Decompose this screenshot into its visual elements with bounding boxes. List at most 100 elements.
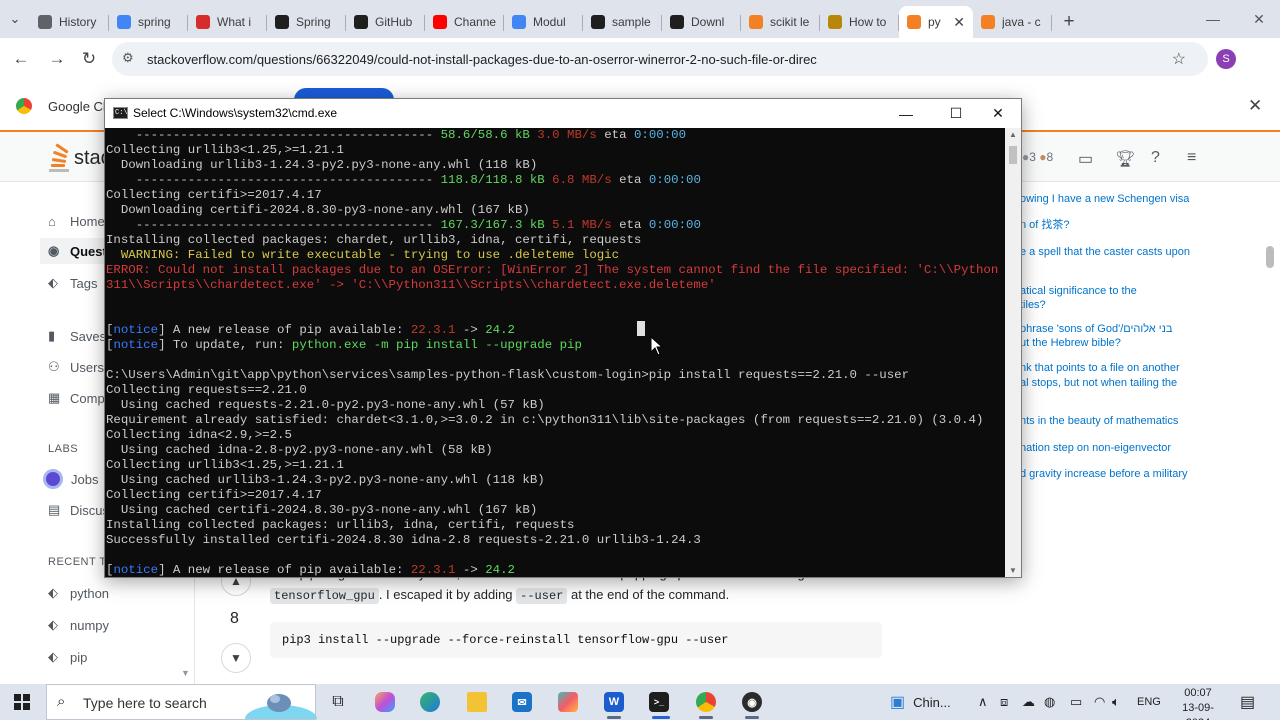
site-info-icon[interactable]: ⚙	[122, 50, 134, 66]
onedrive-icon[interactable]: ☁	[1022, 684, 1035, 720]
terminal-text: 6.8 MB/s	[552, 173, 612, 187]
copilot-icon[interactable]	[367, 688, 403, 716]
taskbar-search-box[interactable]: ⌕ Type here to search	[46, 684, 317, 720]
bookmark-star-icon[interactable]: ☆	[1172, 49, 1186, 69]
terminal-output[interactable]: ----------------------------------------…	[105, 128, 1005, 577]
users-icon: ⚇	[48, 359, 60, 374]
weather-widget[interactable]: ▣ Chin...	[890, 684, 951, 720]
nav-item-users[interactable]: ⚇ Users	[48, 357, 104, 377]
achievements-icon[interactable]: 🏆︎	[1115, 149, 1135, 169]
browser-close-button[interactable]: ✕	[1236, 0, 1280, 38]
browser-tab[interactable]: Spring	[267, 6, 346, 38]
site-switcher-icon[interactable]: ≡	[1187, 149, 1196, 167]
stackoverflow-icon	[981, 15, 995, 29]
running-indicator	[699, 716, 713, 719]
language-indicator[interactable]: ENG	[1137, 684, 1161, 720]
browser-tab[interactable]: Modul	[504, 6, 583, 38]
system-clock[interactable]: 00:07 13-09-2024	[1170, 686, 1226, 720]
reload-button[interactable]: ↻	[76, 46, 102, 72]
inbox-icon[interactable]: ▭	[1078, 149, 1093, 169]
webstorm-icon[interactable]: W	[596, 688, 632, 716]
hot-question-link[interactable]: phrase 'sons of God'/בני אלוהים	[1020, 322, 1200, 337]
browser-tab[interactable]: How to	[820, 6, 899, 38]
hot-question-link[interactable]: al stops, but not when tailing the	[1020, 376, 1200, 391]
terminal-line: [notice] A new release of pip available:…	[106, 563, 1005, 577]
notifications-icon[interactable]: ▤	[1240, 684, 1255, 720]
downvote-button[interactable]: ▼	[221, 643, 251, 673]
browser-tab[interactable]: py ✕	[899, 6, 973, 38]
nav-item-label: Tags	[70, 275, 98, 291]
terminal-icon[interactable]: >_	[641, 688, 677, 716]
wifi-icon[interactable]: ◠	[1094, 684, 1105, 720]
camera-icon[interactable]: ◍	[1044, 684, 1055, 720]
stackoverflow-logo-icon[interactable]	[47, 142, 71, 172]
answer-code-block[interactable]: pip3 install --upgrade --force-reinstall…	[270, 622, 882, 658]
cmd-title-bar[interactable]: C:\ Select C:\Windows\system32\cmd.exe —…	[105, 99, 1021, 128]
tab-search-icon[interactable]: ⌄	[0, 0, 30, 38]
browser-tab[interactable]: spring	[109, 6, 188, 38]
running-indicator	[745, 716, 759, 719]
recent-tag-pip[interactable]: ⬖ pip	[48, 647, 87, 667]
nav-item-tags[interactable]: ⬖ Tags	[48, 273, 97, 293]
scroll-up-icon[interactable]: ▲	[1009, 130, 1017, 139]
obs-icon[interactable]: ◉	[734, 688, 770, 716]
mail-icon[interactable]: ✉	[504, 688, 540, 716]
info-bar-close-icon[interactable]: ✕	[1248, 96, 1262, 116]
chrome-taskbar-icon[interactable]	[688, 688, 724, 716]
new-tab-button[interactable]: +	[1052, 6, 1086, 38]
browser-tab[interactable]: Downl	[662, 6, 741, 38]
recent-tag-numpy[interactable]: ⬖ numpy	[48, 615, 109, 635]
close-tab-icon[interactable]: ✕	[953, 14, 965, 31]
nav-item-compa[interactable]: ▦ Compa	[48, 388, 112, 408]
browser-tab[interactable]: GitHub	[346, 6, 425, 38]
sidebar-scroll-down-icon[interactable]: ▼	[181, 668, 190, 678]
battery-icon[interactable]: ▭	[1070, 684, 1082, 720]
hot-question-link[interactable]: d gravity increase before a military	[1020, 467, 1200, 482]
scroll-down-icon[interactable]: ▼	[1009, 566, 1017, 575]
terminal-text: 58.6/58.6 kB	[440, 128, 530, 142]
browser-tab[interactable]: sample	[583, 6, 662, 38]
stackoverflow-icon	[749, 15, 763, 29]
cmd-close-button[interactable]: ✕	[975, 99, 1021, 128]
hot-question-link[interactable]: nation step on non-eigenvector	[1020, 441, 1200, 456]
nav-item-jobs[interactable]: Jobs	[43, 469, 98, 489]
browser-tab[interactable]: What i	[188, 6, 267, 38]
browser-tab[interactable]: Channe	[425, 6, 504, 38]
forward-button[interactable]: →	[44, 46, 70, 72]
page-scrollbar-thumb[interactable]	[1266, 246, 1274, 268]
cmd-minimize-button[interactable]: —	[883, 99, 929, 128]
hot-question-link[interactable]: ut the Hebrew bible?	[1020, 336, 1200, 351]
nav-item-questi[interactable]: ◉ Questi	[48, 241, 110, 261]
cmd-scrollbar[interactable]: ▲ ▼	[1005, 128, 1021, 577]
hot-question-link[interactable]: e a spell that the caster casts upon	[1020, 245, 1200, 260]
file-explorer-icon[interactable]	[459, 688, 495, 716]
browser-tab[interactable]: History	[30, 6, 109, 38]
tray-icon[interactable]: ⧈	[1000, 684, 1008, 720]
cmd-maximize-button[interactable]: ☐	[933, 99, 979, 128]
browser-tab[interactable]: java - c	[973, 6, 1052, 38]
cmd-scrollbar-thumb[interactable]	[1009, 146, 1017, 164]
edge-icon[interactable]	[412, 688, 448, 716]
hot-question-link[interactable]: n of 找茶?	[1020, 218, 1200, 233]
browser-tab[interactable]: scikit le	[741, 6, 820, 38]
recent-tag-python[interactable]: ⬖ python	[48, 583, 109, 603]
task-view-icon[interactable]: ⧉	[320, 688, 356, 716]
address-bar[interactable]: ⚙ stackoverflow.com/questions/66322049/c…	[112, 42, 1208, 76]
hot-question-link[interactable]: nk that points to a file on another	[1020, 361, 1200, 376]
hot-question-link[interactable]: nts in the beauty of mathematics	[1020, 414, 1200, 429]
store-app-icon[interactable]	[550, 688, 586, 716]
profile-avatar[interactable]: S	[1216, 49, 1236, 69]
volume-icon[interactable]: 🔈︎	[1112, 684, 1120, 720]
cmd-window[interactable]: C:\ Select C:\Windows\system32\cmd.exe —…	[104, 98, 1022, 578]
terminal-line: Collecting urllib3<1.25,>=1.21.1	[106, 143, 1005, 158]
nav-item-saves[interactable]: ▮ Saves	[48, 326, 106, 346]
browser-minimize-button[interactable]: —	[1190, 0, 1236, 38]
tray-overflow-icon[interactable]: ∧	[978, 684, 988, 720]
nav-item-home[interactable]: ⌂ Home	[48, 211, 105, 231]
help-icon[interactable]: ?	[1151, 149, 1160, 167]
hot-question-link[interactable]: tiles?	[1020, 298, 1200, 313]
back-button[interactable]: ←	[8, 46, 34, 72]
windows-start-icon[interactable]	[14, 694, 30, 710]
hot-question-link[interactable]: owing I have a new Schengen visa	[1020, 192, 1200, 207]
hot-question-link[interactable]: atical significance to the	[1020, 284, 1200, 299]
